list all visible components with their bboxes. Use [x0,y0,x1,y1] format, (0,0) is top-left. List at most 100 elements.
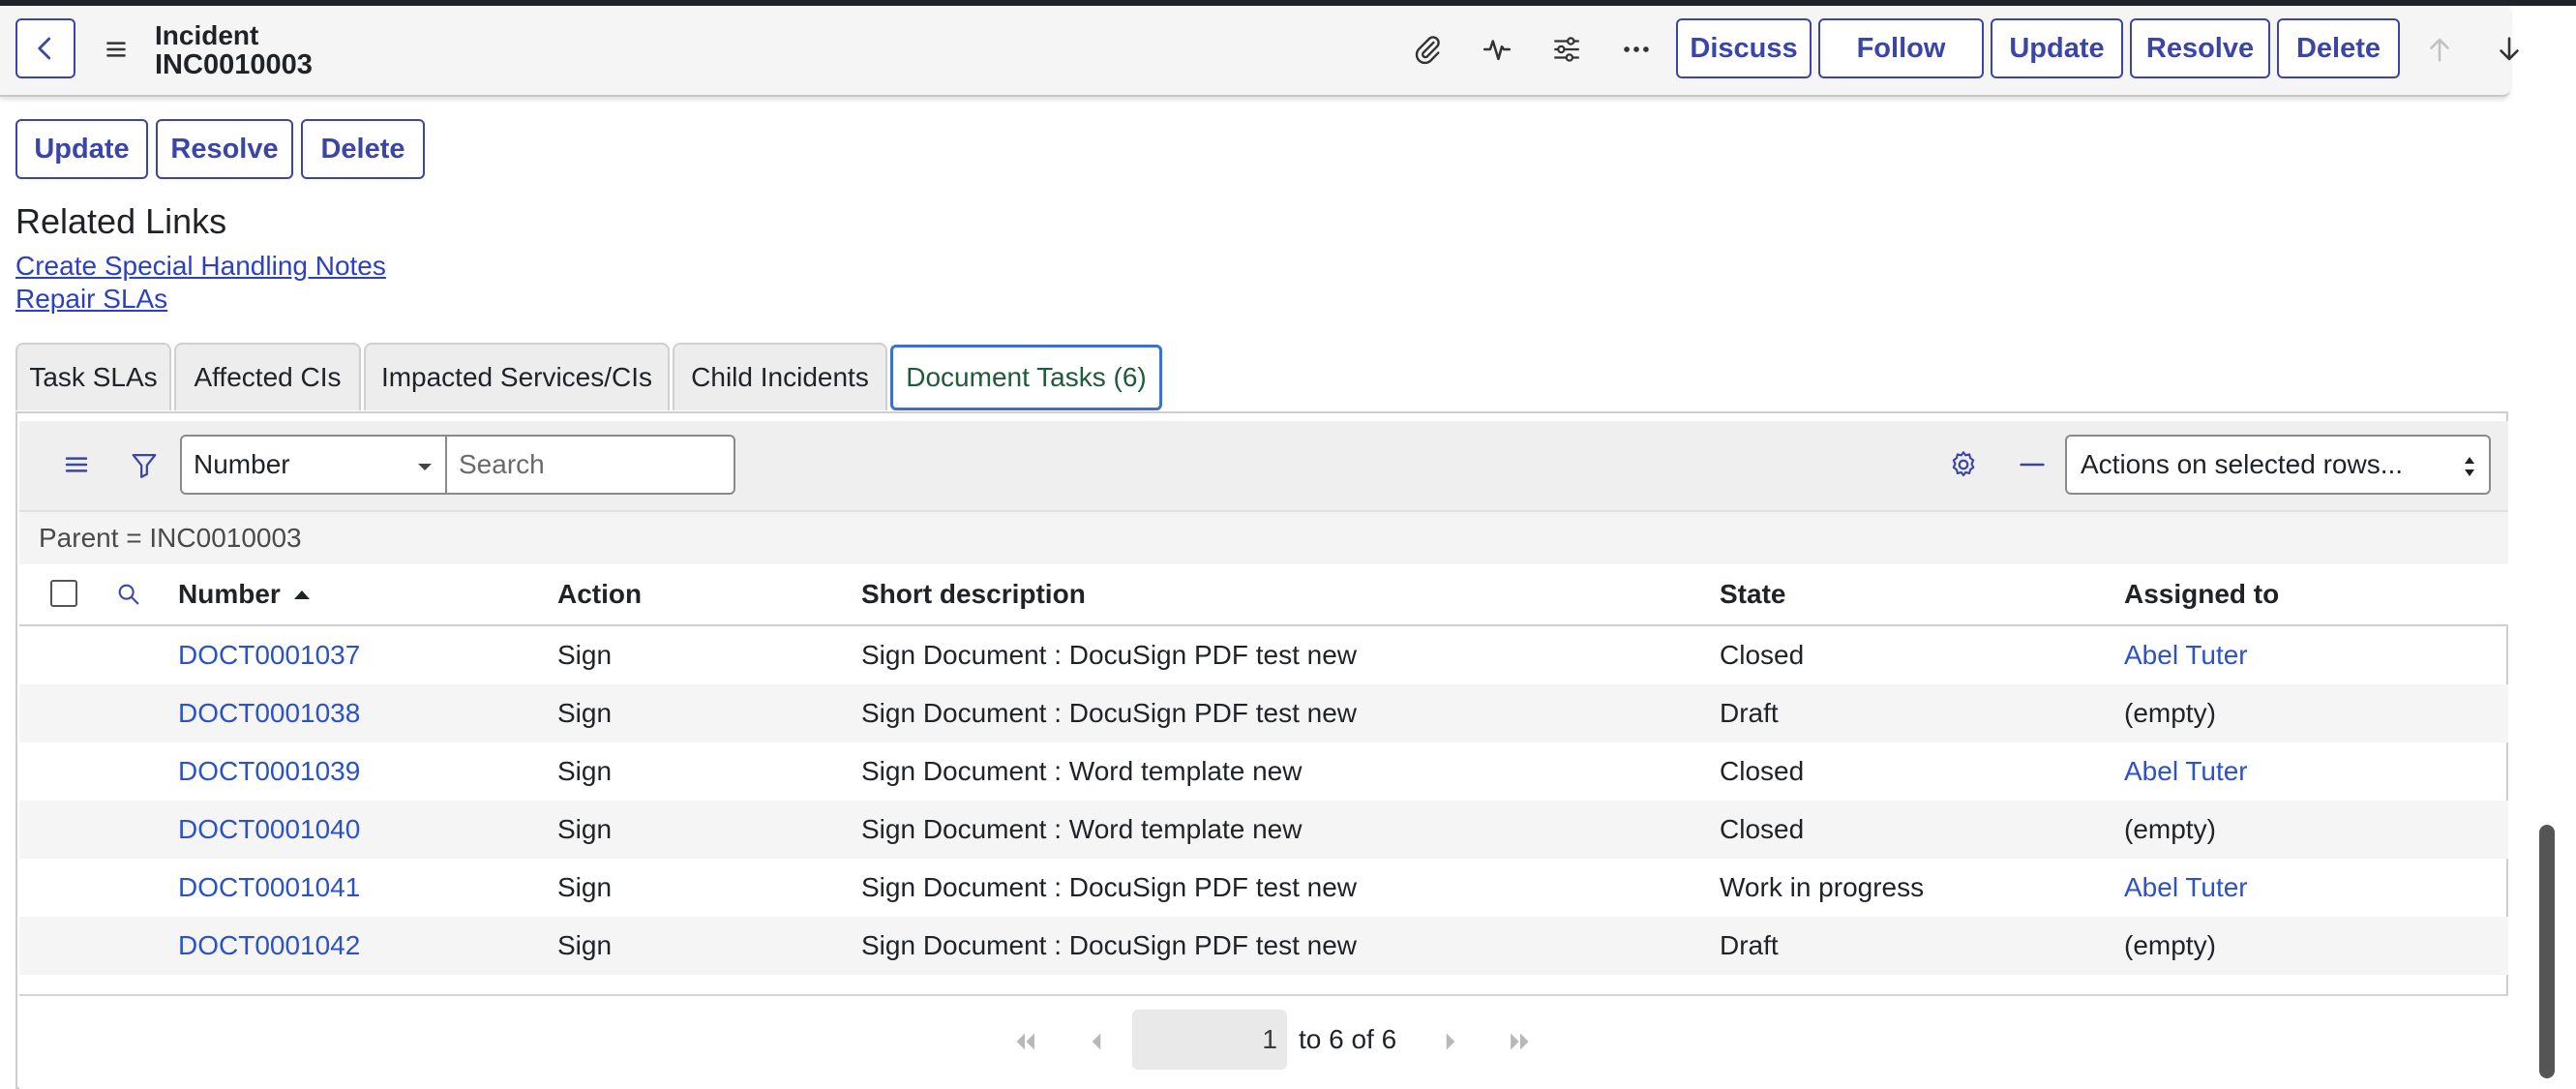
tab-document-tasks[interactable]: Document Tasks (6) [890,345,1162,410]
collapse-list-button[interactable] [2008,440,2056,489]
cell-number-link[interactable]: DOCT0001040 [178,801,360,859]
cell-short-description: Sign Document : DocuSign PDF test new [861,872,1358,902]
cell-assigned-to: (empty) [2124,698,2216,728]
cell-number-link[interactable]: DOCT0001042 [178,917,360,975]
column-header-number-label: Number [178,579,281,609]
discuss-button[interactable]: Discuss [1676,18,1812,78]
search-icon [118,584,139,605]
cell-short-description: Sign Document : DocuSign PDF test new [861,930,1358,960]
update-button[interactable]: Update [15,119,148,179]
document-tasks-list: Number Actions on selected rows... Paren… [15,411,2508,1089]
arrow-down-icon [2500,37,2519,61]
cell-assigned-to-link[interactable]: Abel Tuter [2124,742,2248,801]
column-header-number[interactable]: Number [178,564,310,624]
column-header-action[interactable]: Action [557,564,642,624]
filter-button[interactable] [120,440,168,489]
cell-state: Draft [1720,930,1779,960]
column-header-short-description[interactable]: Short description [861,564,1086,624]
related-links-heading: Related Links [15,201,227,241]
cell-state: Closed [1720,756,1805,786]
sort-ascending-icon [293,590,310,599]
cell-short-description: Sign Document : DocuSign PDF test new [861,698,1358,728]
previous-record-button[interactable] [2415,25,2464,74]
paperclip-icon [1415,36,1440,65]
back-button[interactable] [15,18,75,78]
record-type-title: Incident [155,20,259,50]
last-page-icon[interactable] [1504,1025,1537,1058]
table-row: DOCT0001042 Sign Sign Document : DocuSig… [19,917,2508,975]
column-search-button[interactable] [105,570,153,619]
repair-slas-link[interactable]: Repair SLAs [15,283,167,316]
search-input[interactable] [445,435,735,495]
search-field-select[interactable]: Number [180,435,447,495]
header-delete-button[interactable]: Delete [2277,18,2400,78]
cell-action: Sign [557,698,613,728]
first-page-icon[interactable] [1008,1025,1041,1058]
cell-action: Sign [557,872,613,902]
cell-short-description: Sign Document : Word template new [861,814,1303,844]
cell-action: Sign [557,814,613,844]
cell-state: Work in progress [1720,872,1925,902]
record-header: Incident INC0010003 Discuss Follow Updat… [0,6,2519,97]
resolve-button[interactable]: Resolve [156,119,293,179]
filter-breadcrumb: Parent = INC0010003 [19,510,2508,566]
tab-affected-cis[interactable]: Affected CIs [174,343,361,410]
scrollbar-thumb[interactable] [2539,825,2555,1078]
cell-state: Closed [1720,640,1805,670]
table-row: DOCT0001041 Sign Sign Document : DocuSig… [19,859,2508,917]
context-menu-button[interactable] [92,25,140,74]
next-page-icon[interactable] [1434,1025,1467,1058]
chevron-down-icon [418,464,432,470]
create-special-handling-notes-link[interactable]: Create Special Handling Notes [15,250,386,283]
tab-impacted-services[interactable]: Impacted Services/CIs [364,343,670,410]
column-header-assigned-to[interactable]: Assigned to [2124,564,2279,624]
filter-icon [132,453,157,478]
cell-assigned-to-link[interactable]: Abel Tuter [2124,859,2248,917]
cell-action: Sign [557,640,613,670]
tab-task-slas[interactable]: Task SLAs [15,343,171,410]
list-menu-button[interactable] [52,440,101,489]
table-header: Number Action Short description State As… [19,564,2508,626]
column-header-state[interactable]: State [1720,564,1785,624]
table-row: DOCT0001039 Sign Sign Document : Word te… [19,742,2508,801]
follow-button[interactable]: Follow [1818,18,1984,78]
cell-assigned-to-link[interactable]: Abel Tuter [2124,626,2248,684]
cell-number-link[interactable]: DOCT0001037 [178,626,360,684]
cell-state: Draft [1720,698,1779,728]
filter-condition[interactable]: Parent = INC0010003 [19,523,302,554]
cell-number-link[interactable]: DOCT0001041 [178,859,360,917]
more-options-button[interactable] [1612,25,1661,74]
activity-icon [1483,40,1512,61]
header-update-button[interactable]: Update [1991,18,2123,78]
tab-child-incidents[interactable]: Child Incidents [673,343,887,410]
attachments-button[interactable] [1403,25,1452,74]
cell-short-description: Sign Document : Word template new [861,756,1303,786]
record-number: INC0010003 [155,49,313,80]
cell-number-link[interactable]: DOCT0001039 [178,742,360,801]
cell-state: Closed [1720,814,1805,844]
gear-icon [1952,451,1975,477]
search-field-value: Number [194,449,290,479]
pagination-range: to 6 of 6 [1299,1024,1397,1054]
personalize-form-button[interactable] [1543,25,1591,74]
delete-button[interactable]: Delete [301,119,425,179]
pagination-bar: 1 to 6 of 6 [19,994,2508,1089]
select-arrows-icon [2465,457,2474,476]
cell-short-description: Sign Document : DocuSign PDF test new [861,640,1358,670]
select-all-checkbox[interactable] [50,580,77,607]
current-page-input[interactable]: 1 [1132,1010,1287,1070]
activity-stream-button[interactable] [1473,25,1521,74]
cell-action: Sign [557,756,613,786]
table-row: DOCT0001038 Sign Sign Document : DocuSig… [19,684,2508,742]
back-icon [38,37,51,60]
cell-assigned-to: (empty) [2124,930,2216,960]
header-resolve-button[interactable]: Resolve [2130,18,2270,78]
list-settings-button[interactable] [1939,440,1988,489]
actions-on-selected-rows-select[interactable]: Actions on selected rows... [2065,435,2491,495]
table-row: DOCT0001037 Sign Sign Document : DocuSig… [19,626,2508,684]
previous-page-icon[interactable] [1080,1025,1113,1058]
cell-number-link[interactable]: DOCT0001038 [178,684,360,742]
hamburger-menu-icon [106,42,126,57]
cell-assigned-to: (empty) [2124,814,2216,844]
next-record-button[interactable] [2485,25,2533,74]
